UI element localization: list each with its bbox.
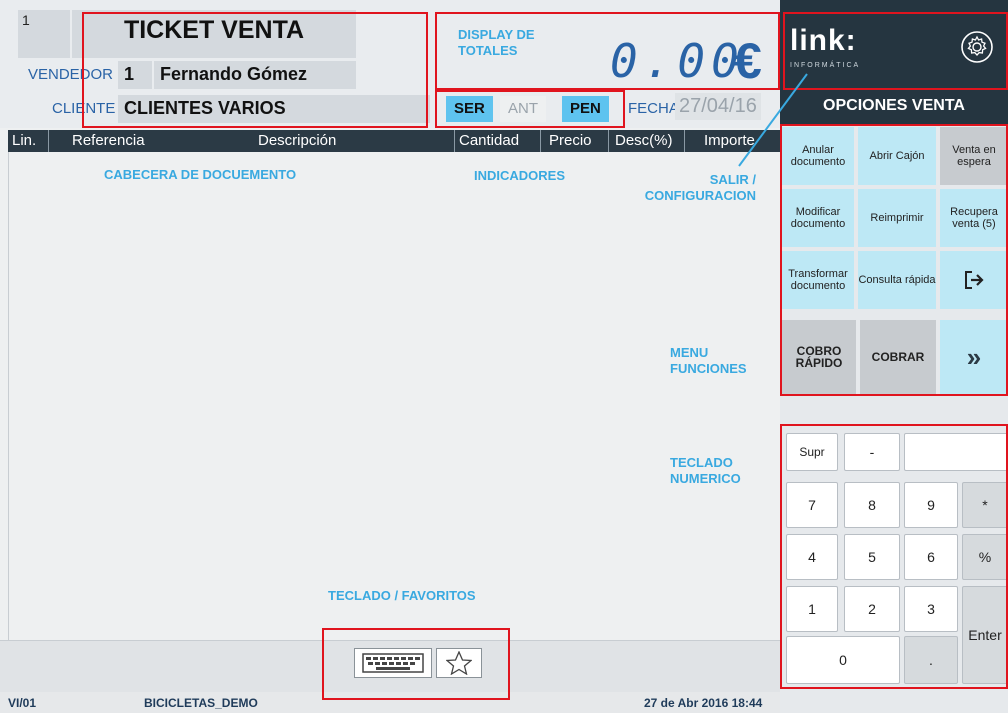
- brand-highlight: [783, 12, 1008, 90]
- col-lin: Lin.: [12, 132, 37, 149]
- favorites-highlight: [322, 628, 510, 700]
- annotation-connector: [738, 73, 808, 167]
- status-code: VI/01: [8, 696, 37, 710]
- col-referencia: Referencia: [72, 132, 145, 149]
- header-highlight: [82, 12, 428, 128]
- annot-salir: SALIR / CONFIGURACION: [644, 172, 756, 203]
- indicators-highlight: [435, 90, 625, 128]
- col-descripcion: Descripción: [258, 132, 337, 149]
- annot-menu: MENU FUNCIONES: [670, 345, 747, 376]
- annot-cabecera: CABECERA DE DOCUEMENTO: [104, 167, 297, 182]
- keypad-highlight: [780, 424, 1008, 689]
- lines-table-header: Lin. Referencia Descripción Cantidad Pre…: [8, 130, 780, 152]
- annot-indicadores: INDICADORES: [474, 168, 566, 183]
- annot-teclado: TECLADO NUMERICO: [670, 455, 741, 486]
- annot-favoritos: TECLADO / FAVORITOS: [328, 588, 476, 603]
- lines-table-body[interactable]: [8, 152, 780, 640]
- annot-display-totales: DISPLAY DE TOTALES: [458, 27, 535, 58]
- col-precio: Precio: [549, 132, 592, 149]
- col-desc: Desc(%): [615, 132, 673, 149]
- col-cantidad: Cantidad: [459, 132, 520, 149]
- line-number-spacer: [18, 36, 70, 58]
- status-database: BICICLETAS_DEMO: [144, 696, 258, 710]
- status-datetime: 27 de Abr 2016 18:44: [644, 696, 763, 710]
- date-label: FECHA: [628, 100, 679, 117]
- line-number: 1: [18, 10, 70, 36]
